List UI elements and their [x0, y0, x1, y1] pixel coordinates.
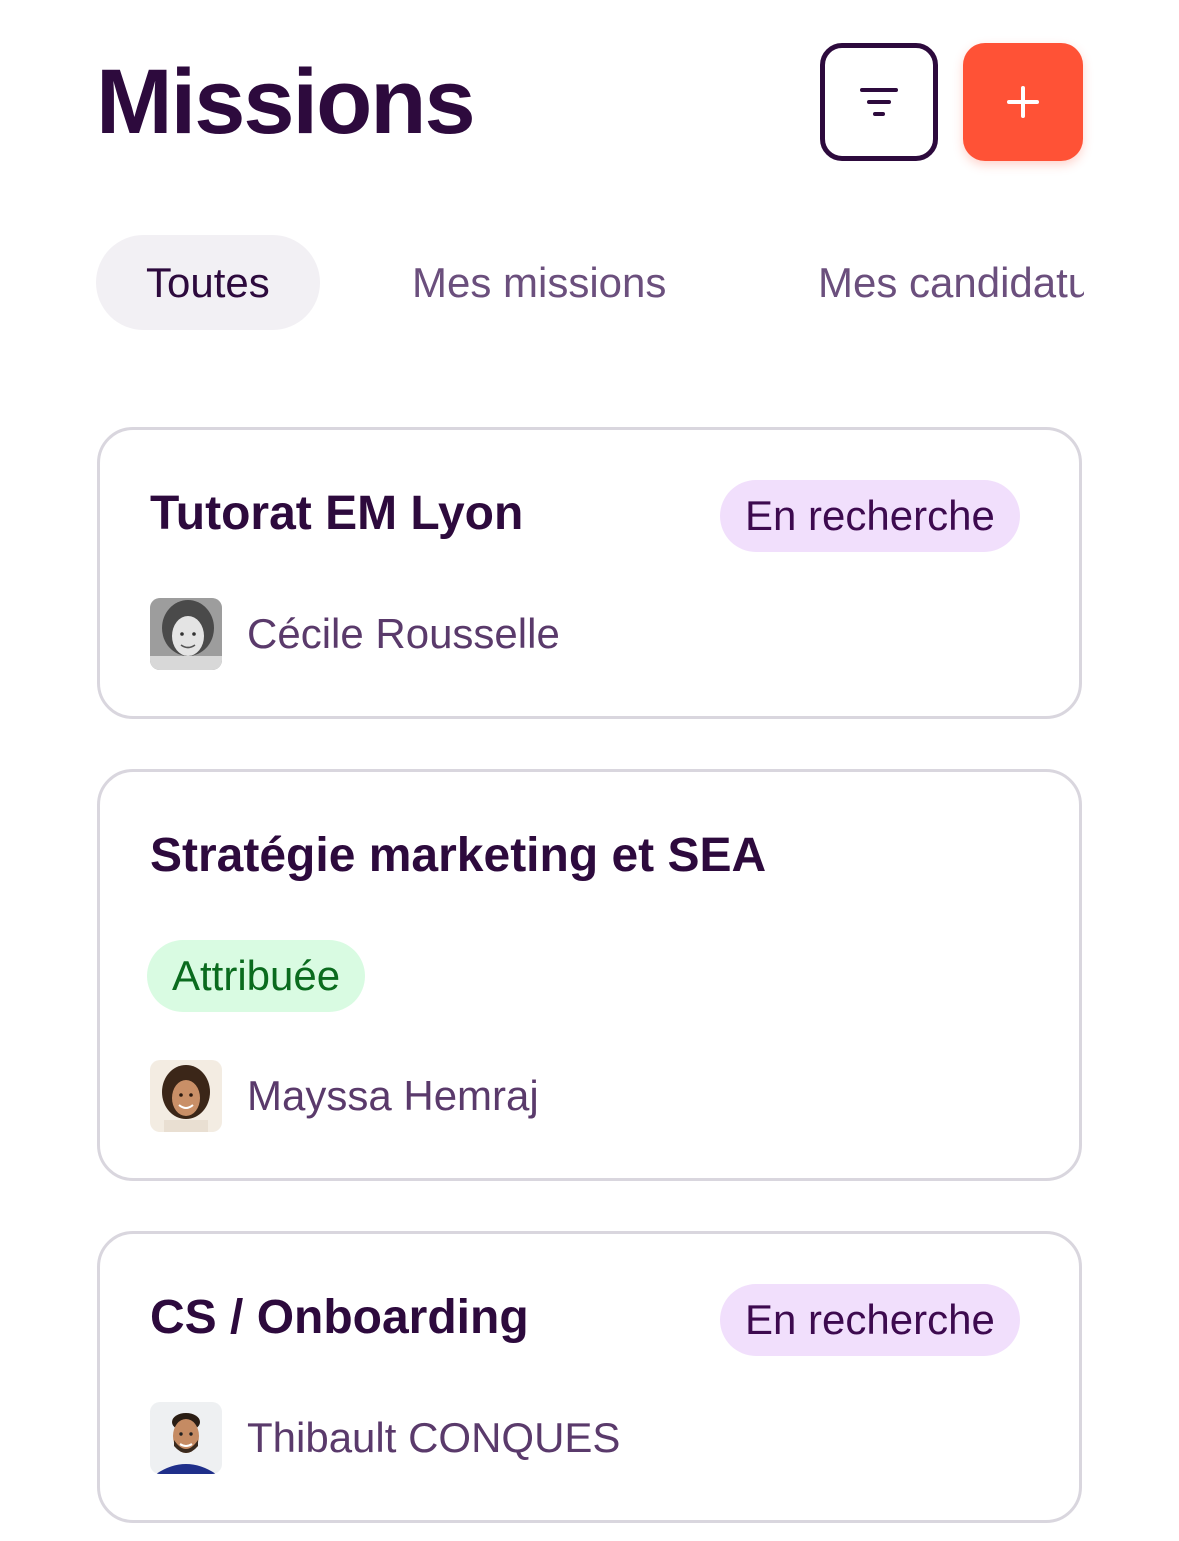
mission-title: Tutorat EM Lyon: [150, 487, 524, 540]
status-badge: En recherche: [720, 1284, 1020, 1356]
tab-mes-candidatures[interactable]: Mes candidatures: [818, 235, 1084, 330]
status-badge: En recherche: [720, 480, 1020, 552]
mission-owner: Thibault CONQUES: [150, 1402, 620, 1474]
avatar: [150, 598, 222, 670]
mission-owner: Mayssa Hemraj: [150, 1060, 539, 1132]
owner-name: Cécile Rousselle: [247, 610, 560, 657]
mission-owner: Cécile Rousselle: [150, 598, 560, 670]
page-title: Missions: [96, 51, 476, 153]
mission-title: CS / Onboarding: [150, 1291, 529, 1344]
tab-mes-missions[interactable]: Mes missions: [412, 235, 666, 330]
filter-lines-icon: [860, 88, 898, 116]
filter-button[interactable]: [820, 43, 938, 161]
tab-toutes[interactable]: Toutes: [96, 235, 320, 330]
mission-card[interactable]: Tutorat EM Lyon En recherche Cécile Rous…: [97, 427, 1082, 719]
avatar: [150, 1060, 222, 1132]
avatar: [150, 1402, 222, 1474]
status-badge: Attribuée: [147, 940, 366, 1012]
mission-card[interactable]: CS / Onboarding En recherche Thibault CO…: [97, 1231, 1082, 1523]
mission-title: Stratégie marketing et SEA: [150, 829, 767, 882]
mission-card[interactable]: Stratégie marketing et SEA Attribuée May…: [97, 769, 1082, 1181]
plus-icon: [1007, 86, 1039, 118]
add-mission-button[interactable]: [963, 43, 1083, 161]
tab-bar: Toutes Mes missions Mes candidatures: [96, 235, 1084, 330]
owner-name: Thibault CONQUES: [247, 1414, 621, 1461]
owner-name: Mayssa Hemraj: [247, 1072, 539, 1119]
missions-page: Missions Toutes Mes missions Mes candida…: [0, 0, 1179, 1541]
